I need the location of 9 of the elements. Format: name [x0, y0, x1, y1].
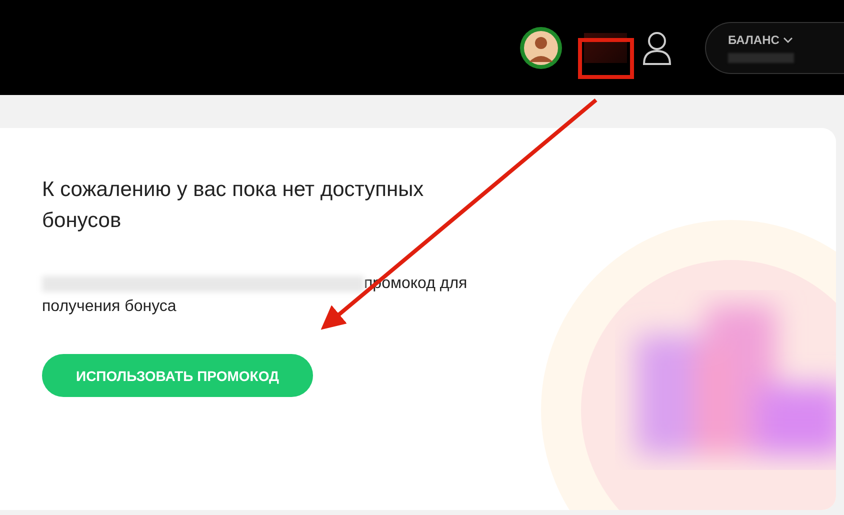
promo-text: получения бонуса [42, 297, 178, 317]
highlight-frame [578, 38, 634, 79]
card-title: К сожалению у вас пока нет доступных бонусов [42, 177, 425, 234]
redacted-amount [728, 52, 794, 62]
chevron-icon [783, 36, 794, 42]
user-icon[interactable] [642, 30, 672, 66]
balance-button[interactable]: БАЛАНС [705, 22, 844, 74]
balance-label: БАЛАНС [728, 32, 780, 46]
avatar-icon[interactable] [519, 26, 563, 70]
